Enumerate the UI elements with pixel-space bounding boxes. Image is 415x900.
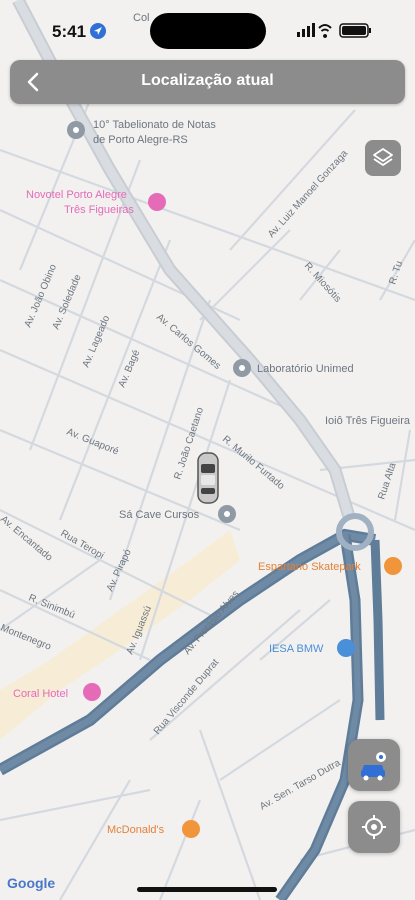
poi-label: Novotel Porto Alegre xyxy=(26,189,127,201)
poi-label: Ioiô Três Figueira xyxy=(325,415,411,427)
my-location-button[interactable] xyxy=(348,801,400,853)
restaurant-icon xyxy=(182,820,200,838)
hotel-icon-2 xyxy=(83,683,101,701)
poi-label: Laboratório Unimed xyxy=(257,363,354,375)
poi-label: Sá Cave Cursos xyxy=(119,509,200,521)
poi-label: IESA BMW xyxy=(269,643,324,655)
dynamic-island xyxy=(150,13,266,49)
poi-label: 10° Tabelionato de Notas xyxy=(93,119,216,131)
car-dealer-icon xyxy=(337,639,355,657)
car-pin-icon xyxy=(361,752,386,781)
crosshair-icon xyxy=(362,815,386,839)
skatepark-icon xyxy=(384,557,402,575)
page-title: Localização atual xyxy=(141,72,274,89)
poi-label: Três Figueiras xyxy=(64,204,134,216)
poi-label: de Porto Alegre-RS xyxy=(93,134,188,146)
poi-label: Espartano Skatepark xyxy=(258,561,361,573)
battery-icon xyxy=(339,23,371,38)
google-attribution: Google xyxy=(7,875,56,891)
location-header: Localização atual xyxy=(10,60,405,104)
poi-label: McDonald's xyxy=(107,824,165,836)
hotel-icon xyxy=(148,193,166,211)
status-time: 5:41 xyxy=(52,22,87,41)
car-marker-icon xyxy=(197,452,219,504)
status-indicators xyxy=(297,23,371,38)
signal-icon xyxy=(297,23,315,37)
google-logo: Google xyxy=(7,875,55,891)
map-layers-button[interactable] xyxy=(365,140,401,176)
car-location-button[interactable] xyxy=(348,739,400,791)
poi-label: Coral Hotel xyxy=(13,688,68,700)
layers-icon xyxy=(373,148,393,166)
wifi-icon xyxy=(318,24,332,38)
location-arrow-icon xyxy=(90,23,106,39)
status-bar: 5:41 xyxy=(0,0,415,60)
home-indicator xyxy=(137,887,277,892)
